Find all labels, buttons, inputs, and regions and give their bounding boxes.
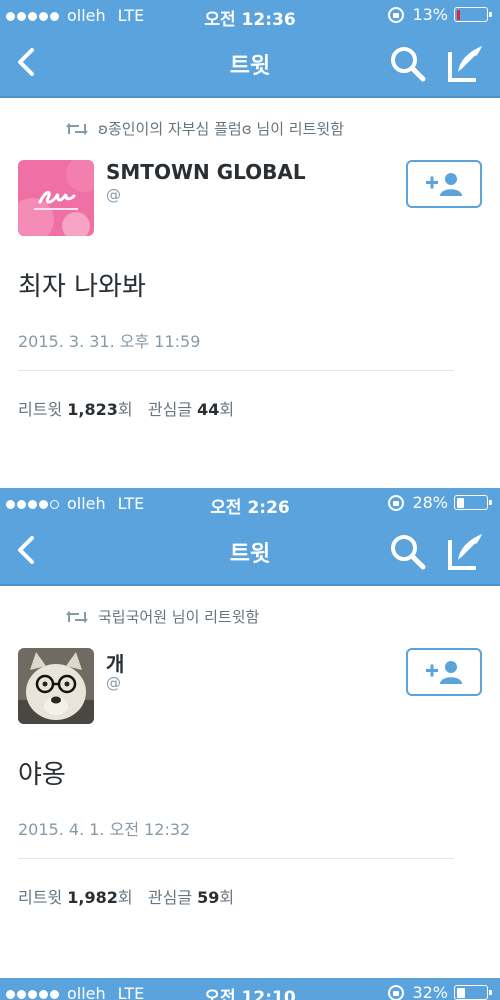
compose-icon[interactable] — [446, 530, 486, 572]
sm-entertainment-logo — [18, 160, 94, 236]
user-handle: @ — [106, 674, 121, 692]
retweeted-by[interactable]: 국립국어원 님이 리트윗함 — [66, 606, 259, 627]
avatar[interactable] — [18, 648, 94, 724]
dog-with-glasses-photo — [18, 648, 94, 724]
search-icon[interactable] — [388, 532, 428, 572]
status-bar: olleh LTE 오전 2:26 28% — [0, 488, 500, 518]
battery-percent: 28% — [412, 493, 448, 512]
tweet-stats: 리트윗 1,982회 관심글 59회 — [18, 888, 235, 907]
favorite-label: 관심글 — [147, 888, 193, 907]
navigation-bar: 트윗 — [0, 518, 500, 586]
battery-icon — [454, 985, 492, 1000]
retweet-label: 리트윗 — [18, 400, 63, 419]
battery-fill — [456, 497, 465, 508]
add-user-icon — [426, 173, 462, 196]
user-name[interactable]: 개 — [106, 648, 124, 677]
favorite-label: 관심글 — [147, 400, 193, 419]
tweet-timestamp: 2015. 4. 1. 오전 12:32 — [18, 820, 191, 839]
follow-button[interactable] — [406, 160, 482, 208]
battery-fill — [456, 9, 461, 20]
screenshot-1: olleh LTE 오전 12:36 13% 트윗 ʚ종인이의 자부심 플럼ɞ … — [0, 0, 500, 488]
retweet-count[interactable]: 1,823 — [67, 400, 118, 419]
screenshot-3: olleh LTE 오전 12:10 32% — [0, 978, 500, 1000]
retweeted-by-text: 국립국어원 님이 리트윗함 — [98, 608, 260, 626]
retweet-icon — [66, 610, 88, 623]
tweet-text: 최자 나와봐 — [18, 272, 146, 302]
retweet-icon — [66, 122, 88, 135]
follow-button[interactable] — [406, 648, 482, 696]
search-icon[interactable] — [388, 44, 428, 84]
status-bar: olleh LTE 오전 12:10 32% — [0, 978, 500, 1000]
screenshot-2: olleh LTE 오전 2:26 28% 트윗 국립국어원 님이 리트윗함 개… — [0, 488, 500, 978]
divider — [18, 370, 454, 371]
rotation-lock-icon — [388, 494, 405, 511]
tweet-timestamp: 2015. 3. 31. 오후 11:59 — [18, 332, 201, 351]
add-user-icon — [426, 661, 462, 684]
rotation-lock-icon — [388, 984, 405, 1000]
battery-icon — [454, 7, 492, 22]
battery-percent: 32% — [412, 983, 448, 1000]
status-bar: olleh LTE 오전 12:36 13% — [0, 0, 500, 30]
battery-icon — [454, 495, 492, 510]
navigation-bar: 트윗 — [0, 30, 500, 98]
divider — [18, 858, 454, 859]
retweeted-by[interactable]: ʚ종인이의 자부심 플럼ɞ 님이 리트윗함 — [66, 118, 344, 139]
user-name[interactable]: SMTOWN GLOBAL — [106, 160, 306, 184]
retweeted-by-text: ʚ종인이의 자부심 플럼ɞ 님이 리트윗함 — [98, 120, 344, 138]
retweet-count[interactable]: 1,982 — [67, 888, 118, 907]
rotation-lock-icon — [388, 6, 405, 23]
retweet-label: 리트윗 — [18, 888, 63, 907]
tweet-text: 야옹 — [18, 760, 66, 790]
avatar[interactable] — [18, 160, 94, 236]
user-handle: @ — [106, 186, 121, 204]
favorite-count[interactable]: 44 — [197, 400, 219, 419]
compose-icon[interactable] — [446, 42, 486, 84]
battery-percent: 13% — [412, 5, 448, 24]
battery-fill — [456, 987, 466, 998]
tweet-stats: 리트윗 1,823회 관심글 44회 — [18, 400, 235, 419]
favorite-count[interactable]: 59 — [197, 888, 219, 907]
